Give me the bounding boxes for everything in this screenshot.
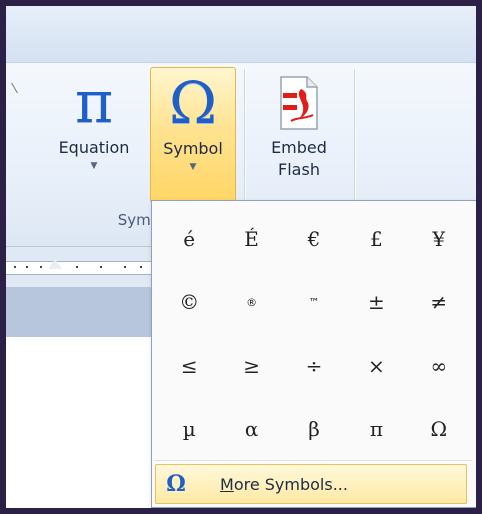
more-symbols-label-rest: ore Symbols... [233, 474, 348, 494]
symbol-cell[interactable]: é [158, 207, 220, 271]
flash-document-icon [277, 75, 321, 131]
embed-flash-label-line2: Flash [278, 160, 320, 179]
symbol-cell[interactable]: £ [345, 207, 407, 271]
more-symbols-label: More Symbols... [220, 475, 348, 494]
symbol-cell[interactable]: ÷ [283, 334, 345, 398]
omega-icon: Ω [168, 69, 218, 137]
embed-flash-button[interactable]: Embed Flash [252, 67, 346, 203]
more-symbols-hotkey: M [220, 474, 234, 494]
chevron-down-icon[interactable]: ▼ [190, 162, 197, 172]
ribbon-left-edge [6, 83, 18, 93]
symbols-dropdown: é É € £ ¥ © ® ™ ± ≠ ≤ ≥ ÷ × ∞ µ α β π Ω … [151, 200, 476, 508]
symbol-cell[interactable]: ± [345, 271, 407, 335]
symbol-cell[interactable]: × [345, 334, 407, 398]
symbols-grid: é É € £ ¥ © ® ™ ± ≠ ≤ ≥ ÷ × ∞ µ α β π Ω [158, 207, 470, 461]
symbol-cell[interactable]: ≥ [220, 334, 282, 398]
symbol-cell[interactable]: Ω [408, 398, 470, 462]
symbol-cell[interactable]: ¥ [408, 207, 470, 271]
word-window: π Equation ▼ Ω Symbol ▼ Embed Flash Symb… [6, 6, 476, 508]
chevron-down-icon[interactable]: ▼ [91, 161, 98, 171]
omega-icon: Ω [166, 471, 186, 497]
symbol-cell[interactable]: π [345, 398, 407, 462]
symbol-button[interactable]: Ω Symbol ▼ [150, 67, 236, 203]
symbol-cell[interactable]: © [158, 271, 220, 335]
embed-flash-label-line1: Embed [271, 138, 327, 157]
more-symbols-menu-item[interactable]: Ω More Symbols... [155, 464, 467, 504]
equation-button[interactable]: π Equation ▼ [46, 67, 142, 203]
symbol-cell[interactable]: ≠ [408, 271, 470, 335]
symbol-cell[interactable]: É [220, 207, 282, 271]
symbol-cell[interactable]: ® [220, 271, 282, 335]
symbol-cell[interactable]: ≤ [158, 334, 220, 398]
menu-separator [154, 460, 472, 461]
equation-label: Equation [58, 138, 130, 157]
symbol-cell[interactable]: ™ [283, 271, 345, 335]
symbol-label: Symbol [163, 139, 223, 158]
title-bar [6, 6, 476, 63]
pi-icon: π [74, 68, 114, 136]
symbol-cell[interactable]: β [283, 398, 345, 462]
indent-marker[interactable] [48, 259, 62, 269]
symbol-cell[interactable]: ∞ [408, 334, 470, 398]
symbol-cell[interactable]: α [220, 398, 282, 462]
symbol-cell[interactable]: µ [158, 398, 220, 462]
symbol-cell[interactable]: € [283, 207, 345, 271]
